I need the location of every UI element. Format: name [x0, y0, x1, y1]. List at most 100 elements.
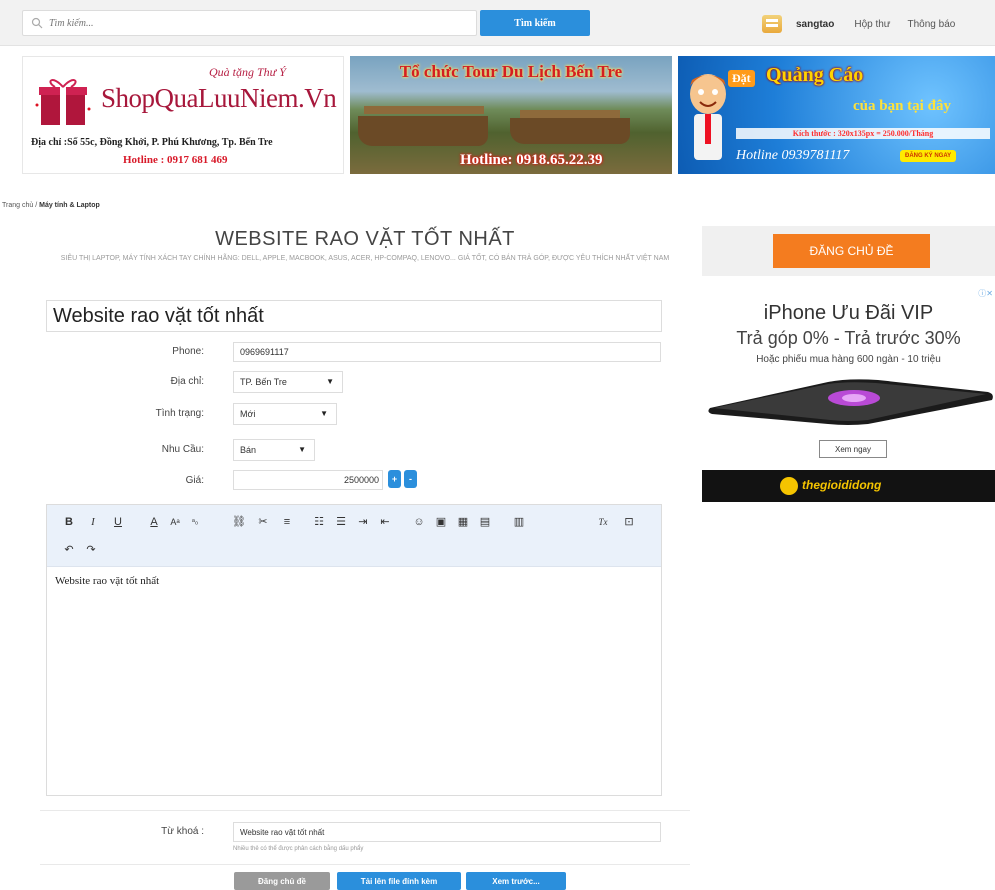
iphone-image [708, 379, 993, 425]
editor-toolbar: B I U A Aᵃ ᵃ₀ ⛓ ✂ ≡ ☷ ☰ ⇥ ⇤ ☺ ▣ ▦ ▤ ▥ Tx… [47, 505, 661, 567]
address-label: Địa chỉ: [170, 376, 204, 387]
caret-down-icon: ▼ [320, 409, 328, 418]
notifications-link[interactable]: Thông báo [908, 19, 956, 30]
ads-dat-label: Đặt [728, 70, 755, 87]
tour-banner[interactable]: Tổ chức Tour Du Lịch Bến Tre Hotline: 09… [350, 56, 672, 174]
bulleted-list-icon[interactable]: ☷ [311, 514, 327, 530]
need-select[interactable]: Bán ▼ [233, 439, 315, 461]
inbox-link[interactable]: Hộp thư [854, 19, 890, 30]
shop-banner[interactable]: Quà tặng Thư Ý ShopQuaLuuNiem.Vn Địa chỉ… [22, 56, 344, 174]
emoji-icon[interactable]: ☺ [411, 514, 427, 530]
numbered-list-icon[interactable]: ☰ [333, 514, 349, 530]
search-box [22, 10, 477, 36]
divider [40, 864, 690, 865]
ads-register-button[interactable]: ĐĂNG KÝ NGAY [900, 150, 957, 162]
condition-select[interactable]: Mới ▼ [233, 403, 337, 425]
subscript-button[interactable]: ᵃ₀ [187, 514, 203, 530]
redo-icon[interactable]: ↷ [83, 542, 99, 558]
boat-image [510, 118, 630, 144]
ads-size: Kích thước : 320x135px = 250.000/Tháng [736, 128, 990, 139]
underline-button[interactable]: U [110, 514, 126, 530]
username-link[interactable]: sangtao [796, 19, 834, 30]
keywords-label: Từ khoá : [161, 826, 204, 837]
ad-view-button[interactable]: Xem ngay [819, 440, 887, 458]
table-icon[interactable]: ▦ [455, 514, 471, 530]
caret-down-icon: ▼ [298, 445, 306, 454]
boat-image [520, 110, 620, 118]
ad-brand: thegioididong [802, 478, 882, 492]
preview-button[interactable]: Xem trước... [466, 872, 566, 890]
ads-quang-cao: Quảng Cáo [766, 64, 864, 86]
phone-label: Phone: [172, 346, 204, 357]
rich-text-editor: B I U A Aᵃ ᵃ₀ ⛓ ✂ ≡ ☷ ☰ ⇥ ⇤ ☺ ▣ ▦ ▤ ▥ Tx… [46, 504, 662, 796]
address-select[interactable]: TP. Bến Tre ▼ [233, 371, 343, 393]
gift-box-icon [35, 79, 91, 125]
bold-button[interactable]: B [61, 514, 77, 530]
user-area: sangtao Hộp thư Thông báo [762, 14, 972, 34]
search-button[interactable]: Tìm kiếm [480, 10, 590, 36]
boat-image [358, 116, 488, 146]
page-title: WEBSITE RAO VẶT TỐT NHẤT [215, 228, 515, 250]
post-submit-button[interactable]: Đăng chủ đề [234, 872, 330, 890]
shop-address: Địa chỉ :Số 55c, Đồng Khởi, P. Phú Khươn… [31, 137, 273, 148]
need-label: Nhu Cầu: [161, 444, 204, 455]
editor-content[interactable]: Website rao vặt tốt nhất [55, 575, 159, 587]
indent-icon[interactable]: ⇥ [355, 514, 371, 530]
advertise-banner[interactable]: Đặt Quảng Cáo của bạn tại đây Kích thước… [678, 56, 995, 174]
shop-title: ShopQuaLuuNiem.Vn [101, 83, 337, 113]
remove-format-button[interactable]: Tx [595, 514, 611, 530]
ads-cua-ban: của bạn tại đây [853, 98, 951, 114]
font-size-button[interactable]: Aᵃ [167, 514, 183, 530]
breadcrumb-home[interactable]: Trang chủ [2, 202, 33, 209]
ad-installment: Trả góp 0% - Trả trước 30% [736, 328, 961, 348]
iphone-ad[interactable]: ⓘ✕ iPhone Ưu Đãi VIP Trả góp 0% - Trả tr… [702, 284, 995, 502]
price-plus-button[interactable]: + [388, 470, 401, 488]
tour-title: Tổ chức Tour Du Lịch Bến Tre [399, 62, 623, 81]
tour-hotline: Hotline: 0918.65.22.39 [460, 152, 603, 168]
address-value: TP. Bến Tre [240, 377, 287, 387]
ad-title: iPhone Ưu Đãi VIP [763, 302, 934, 324]
breadcrumb-current[interactable]: Máy tính & Laptop [39, 202, 100, 209]
source-icon[interactable]: ⊡ [621, 514, 637, 530]
blockquote-icon[interactable]: ▤ [477, 514, 493, 530]
search-icon [31, 17, 43, 29]
outdent-icon[interactable]: ⇤ [377, 514, 393, 530]
breadcrumb-separator: / [35, 202, 38, 209]
cartoon-man-icon [690, 74, 726, 160]
ad-choices-icon[interactable]: ⓘ✕ [978, 288, 993, 299]
page-subtitle: SIÊU THỊ LAPTOP, MÁY TÍNH XÁCH TAY CHÍNH… [60, 255, 670, 262]
condition-value: Mới [240, 409, 256, 419]
need-value: Bán [240, 445, 257, 455]
phone-input[interactable] [233, 342, 661, 362]
condition-label: Tình trạng: [155, 408, 204, 419]
divider [40, 810, 690, 811]
search-input[interactable] [49, 14, 469, 32]
breadcrumb: Trang chủ / Máy tính & Laptop [2, 202, 100, 209]
caret-down-icon: ▼ [326, 377, 334, 386]
keywords-input[interactable] [233, 822, 661, 842]
image-icon[interactable]: ▣ [433, 514, 449, 530]
ad-footer: thegioididong [702, 470, 995, 502]
save-icon[interactable]: ▥ [511, 514, 527, 530]
post-topic-box: ĐĂNG CHỦ ĐỀ [702, 226, 995, 276]
upload-attachment-button[interactable]: Tải lên file đính kèm [337, 872, 461, 890]
boat-image [364, 106, 484, 114]
unlink-icon[interactable]: ✂ [255, 514, 271, 530]
undo-icon[interactable]: ↶ [61, 542, 77, 558]
ad-voucher: Hoặc phiếu mua hàng 600 ngàn - 10 triệu [756, 354, 941, 365]
post-title-input[interactable] [46, 300, 662, 332]
shop-hotline: Hotline : 0917 681 469 [123, 154, 228, 166]
price-label: Giá: [185, 475, 204, 486]
text-color-button[interactable]: A [146, 514, 162, 530]
price-input[interactable]: 2500000 [233, 470, 383, 490]
ads-hotline: Hotline 0939781117 [736, 148, 850, 163]
price-minus-button[interactable]: - [404, 470, 417, 488]
user-avatar-icon[interactable] [762, 15, 782, 33]
post-topic-button[interactable]: ĐĂNG CHỦ ĐỀ [773, 234, 930, 268]
align-left-icon[interactable]: ≡ [279, 514, 295, 530]
link-icon[interactable]: ⛓ [231, 514, 247, 530]
top-bar: Tìm kiếm sangtao Hộp thư Thông báo [0, 0, 995, 46]
italic-button[interactable]: I [85, 514, 101, 530]
shop-promo-text: Quà tặng Thư Ý [209, 65, 286, 79]
keywords-help: Nhiều thẻ có thể được phân cách bằng dấu… [233, 846, 364, 852]
